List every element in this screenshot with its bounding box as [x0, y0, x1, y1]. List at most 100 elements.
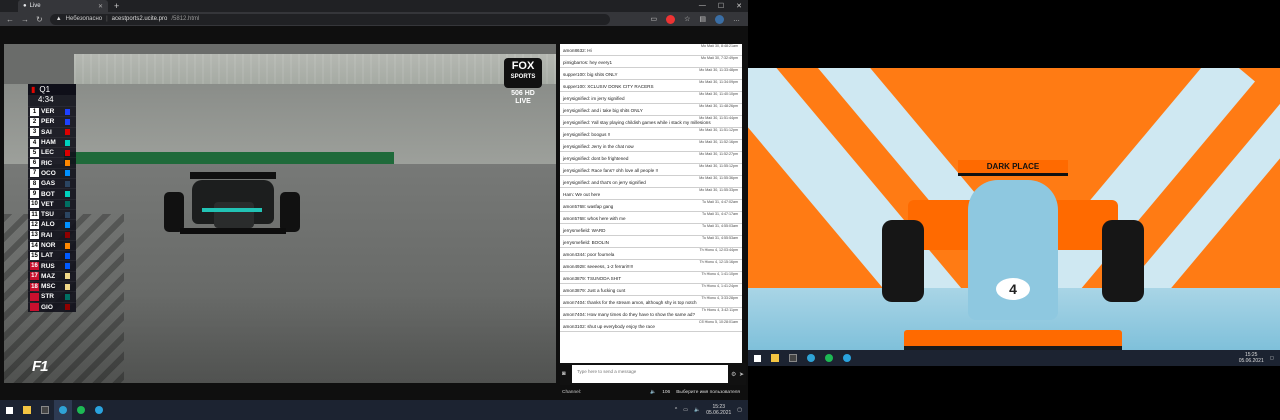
- taskbar-edge[interactable]: [54, 400, 72, 420]
- send-icon[interactable]: ➤: [739, 371, 744, 378]
- address-bar[interactable]: ▲ Небезопасно | acestports2.ucite.pro/58…: [49, 13, 610, 25]
- timing-row: 1 VER: [28, 106, 76, 116]
- timing-row: 17 MAZ: [28, 270, 76, 281]
- chat-timestamp: Th Hionu 4, 3:33:28pm: [701, 296, 738, 300]
- desktop: ● Live ✕ + — ☐ ✕ ← → ↻ ▲ Небезопасно | a…: [0, 0, 1280, 420]
- chat-message: Th Hionu 4, 1:41:10pm amon3879: TSUNODA S…: [560, 272, 742, 284]
- taskbar-app[interactable]: [36, 400, 54, 420]
- chat-message: Mo Maö 30, 11:52:27pm jerrysignified: don…: [560, 152, 742, 164]
- chat-text: jerrysignified: Yall stay playing childi…: [563, 120, 711, 125]
- new-tab-icon[interactable]: +: [114, 1, 119, 11]
- chat-text: amon4928: seeeess, 1-2 ferrari!!!!!: [563, 264, 634, 269]
- timing-position: [30, 292, 39, 301]
- timing-position: 1: [30, 107, 39, 116]
- browser-toolbar-icons: ▭ ☆ ▤ …: [650, 14, 748, 24]
- timing-row: 6 RIC: [28, 157, 76, 168]
- chat-message: Mo Maö 30, 11:48:26pm jerrysignified: and…: [560, 104, 742, 116]
- chat-message: Th Hionu 4, 1:41:24pm amon3879: Just a fu…: [560, 284, 742, 296]
- favorites-icon[interactable]: ☆: [684, 15, 690, 23]
- chat-text: amon3102: shut up everybody enjoy the ra…: [563, 324, 655, 329]
- mclaren-tyre: [1102, 220, 1144, 302]
- maximize-icon[interactable]: ☐: [718, 2, 724, 10]
- window-controls: — ☐ ✕: [699, 2, 748, 10]
- video-player[interactable]: ▮ Q1 4:34 1 VER 2 PER 3 SAI 4 HAM 5 LEC 6 RIC 7 OCO 8 G…: [4, 44, 556, 383]
- session-clock: 4:34: [38, 95, 54, 104]
- taskbar-explorer[interactable]: [18, 400, 36, 420]
- chat-timestamp: Mo Maö 30, 11:33:48pm: [699, 68, 738, 72]
- volume-tray-icon[interactable]: 🔈: [694, 407, 700, 413]
- clock[interactable]: 15:25 05.06.2021: [1239, 352, 1264, 364]
- timing-row: 12 ALO: [28, 219, 76, 229]
- security-label: Небезопасно: [65, 16, 103, 22]
- right-monitor: DARK PLACE 4 15:25 05.06.2021 ▢: [748, 0, 1280, 420]
- timing-row: STR: [28, 291, 76, 301]
- chat-text: jerrysignified: im jerry signified: [563, 96, 625, 101]
- team-color-swatch: [65, 232, 70, 239]
- profile-avatar[interactable]: [715, 14, 724, 24]
- taskbar-spotify[interactable]: [72, 400, 90, 420]
- extension-icon[interactable]: ▭: [650, 15, 657, 23]
- timing-row: 13 RAI: [28, 229, 76, 240]
- timing-position: 18: [30, 282, 39, 291]
- notification-icon[interactable]: ▢: [737, 407, 742, 413]
- chat-message: Tu Maö 31, 4:47:17am amon5768: whos here …: [560, 212, 742, 224]
- chat-log[interactable]: Mo Maö 30, 8:48:21am amon8632: Hi Mo Maö 3…: [560, 44, 742, 363]
- chat-text: amon8632: Hi: [563, 48, 592, 53]
- clock[interactable]: 15:23 05.06.2021: [706, 404, 731, 416]
- mclaren-car: DARK PLACE 4: [878, 160, 1148, 350]
- edge-icon: [807, 354, 815, 362]
- minimize-icon[interactable]: —: [699, 2, 706, 10]
- driver-code: NOR: [41, 242, 56, 249]
- notification-icon[interactable]: ▢: [1270, 355, 1274, 361]
- folder-icon: [771, 354, 779, 362]
- taskbar-telegram[interactable]: [90, 400, 108, 420]
- chat-text: Ham: We out here: [563, 192, 601, 197]
- chat-text: jerrysignified: and that's on jerry sign…: [563, 180, 646, 185]
- chat-timestamp: Th Hionu 4, 3:42:11pm: [701, 308, 738, 312]
- team-color-swatch: [65, 304, 70, 311]
- forward-icon[interactable]: →: [21, 15, 29, 24]
- settings-icon[interactable]: ⚙: [731, 371, 736, 378]
- timing-position: 2: [30, 117, 39, 126]
- start-button[interactable]: [748, 348, 766, 368]
- reload-icon[interactable]: ↻: [36, 15, 43, 24]
- taskbar-app[interactable]: [784, 348, 802, 368]
- chat-text: amon5768: whos here with me: [563, 216, 626, 221]
- tray-chevron-icon[interactable]: ^: [675, 407, 677, 413]
- collections-icon[interactable]: ▤: [699, 15, 706, 23]
- timing-row: 14 NOR: [28, 239, 76, 250]
- select-username-link[interactable]: Выберите имя пользователя: [676, 390, 746, 395]
- taskbar-edge[interactable]: [802, 348, 820, 368]
- volume-icon[interactable]: 🔈: [650, 390, 656, 395]
- back-icon[interactable]: ←: [6, 15, 14, 24]
- adblock-icon[interactable]: [666, 14, 676, 24]
- session-label: ▮ Q1: [28, 84, 76, 95]
- menu-icon[interactable]: …: [733, 16, 740, 23]
- start-button[interactable]: [0, 400, 18, 420]
- team-color-swatch: [65, 139, 70, 146]
- taskbar-explorer[interactable]: [766, 348, 784, 368]
- close-window-icon[interactable]: ✕: [736, 2, 742, 10]
- camera-icon[interactable]: ◙: [562, 371, 566, 377]
- car-tyre: [280, 192, 300, 232]
- taskbar-spotify[interactable]: [820, 348, 838, 368]
- team-color-swatch: [65, 263, 70, 270]
- tab-close-icon[interactable]: ✕: [98, 3, 103, 10]
- edge-icon: [59, 406, 67, 414]
- chat-text: amon3879: TSUNODA SHIT: [563, 276, 622, 281]
- chat-timestamp: Mo Maö 30, 11:48:26pm: [699, 104, 738, 108]
- timing-position: 13: [30, 231, 39, 240]
- taskbar-telegram[interactable]: [838, 348, 856, 368]
- timing-position: 3: [30, 128, 39, 137]
- chat-input[interactable]: Type here to send a message: [572, 365, 728, 383]
- broadcaster-sub: SPORTS: [510, 74, 536, 80]
- chat-timestamp: Mo Maö 30, 11:55:36pm: [699, 176, 738, 180]
- viewer-count: 106: [662, 389, 671, 395]
- timing-position: 16: [30, 262, 39, 271]
- chat-timestamp: Mo Maö 30, 8:48:21am: [701, 44, 738, 48]
- network-icon[interactable]: ▭: [683, 407, 688, 413]
- driver-code: SAI: [41, 128, 52, 136]
- browser-tab[interactable]: ● Live ✕: [18, 0, 108, 12]
- timing-row: 16 RUS: [28, 260, 76, 271]
- chat-timestamp: Mo Maö 30, 11:52:16pm: [699, 140, 738, 144]
